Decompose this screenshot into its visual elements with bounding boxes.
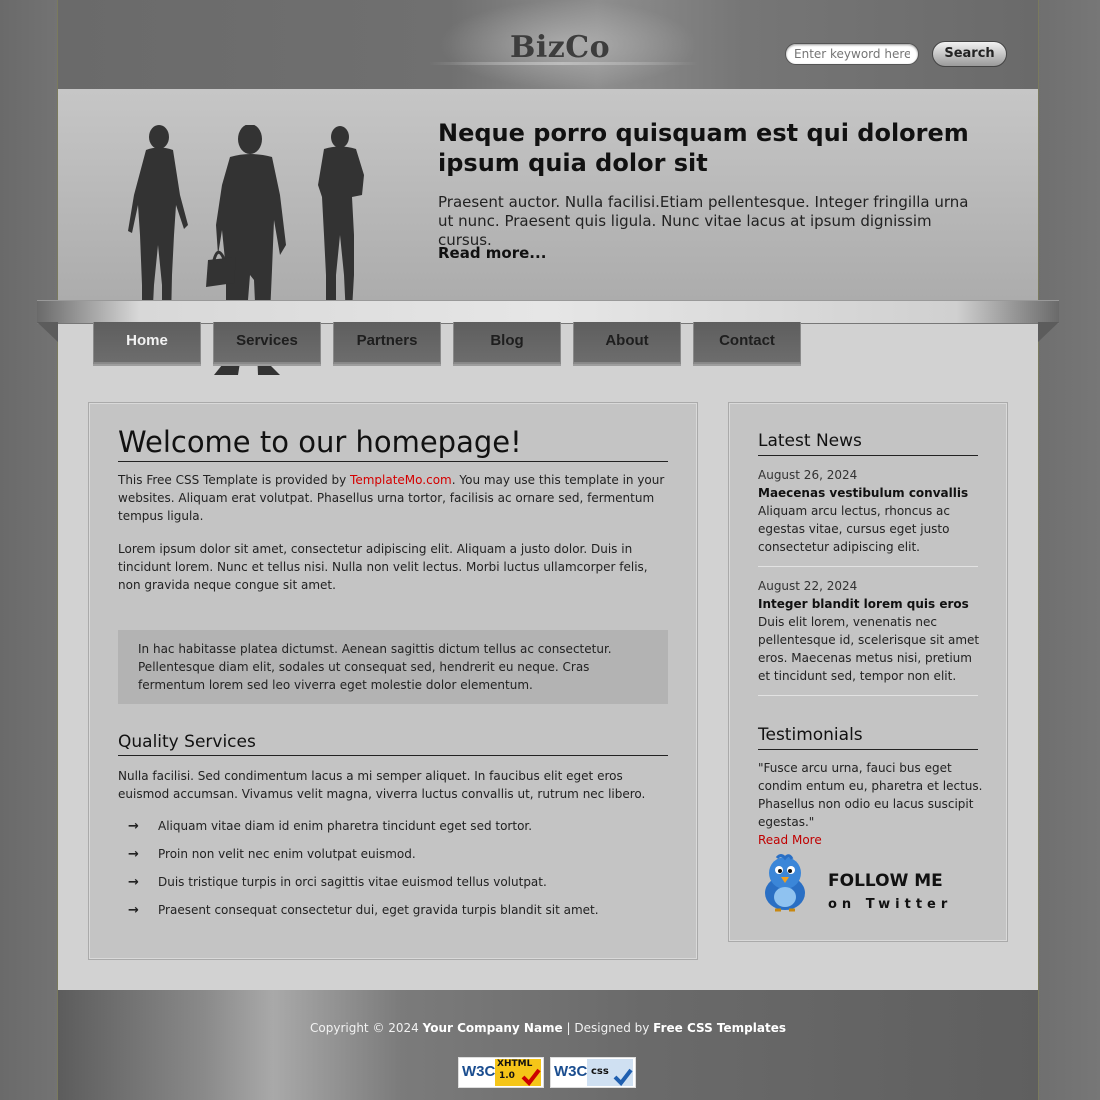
- background-left: [0, 0, 57, 1100]
- services-heading: Quality Services: [118, 732, 668, 756]
- news-date: August 22, 2024: [758, 579, 858, 593]
- latest-news-heading: Latest News: [758, 431, 978, 456]
- list-item-text: Proin non velit nec enim volutpat euismo…: [158, 847, 416, 861]
- search-input[interactable]: [785, 43, 919, 65]
- arrow-icon: →: [128, 847, 139, 862]
- twitter-bird-icon[interactable]: [759, 853, 811, 915]
- nav-about[interactable]: About: [573, 322, 681, 364]
- on-twitter-label[interactable]: on Twitter: [828, 897, 952, 912]
- intro-text-before: This Free CSS Template is provided by: [118, 473, 351, 487]
- list-item: → Proin non velit nec enim volutpat euism…: [128, 847, 416, 862]
- nav-shelf: [37, 300, 1059, 324]
- news-text: Aliquam arcu lectus, rhoncus ac egestas …: [758, 504, 950, 554]
- list-item: → Aliquam vitae diam id enim pharetra tin…: [128, 819, 532, 834]
- news-divider: [758, 695, 978, 696]
- banner-read-more-link[interactable]: Read more...: [438, 244, 546, 262]
- list-item-text: Aliquam vitae diam id enim pharetra tinc…: [158, 819, 533, 833]
- site-logo[interactable]: BizCo: [510, 30, 610, 65]
- shelf-left-corner: [37, 322, 58, 342]
- arrow-icon: →: [128, 903, 139, 918]
- news-item: August 26, 2024 Maecenas vestibulum conv…: [758, 466, 980, 556]
- nav-home[interactable]: Home: [93, 322, 201, 364]
- search-button[interactable]: Search: [932, 41, 1007, 67]
- news-date: August 26, 2024: [758, 468, 858, 482]
- list-item-text: Duis tristique turpis in orci sagittis v…: [158, 875, 547, 889]
- services-paragraph: Nulla facilisi. Sed condimentum lacus a …: [118, 769, 646, 801]
- banner-title: Neque porro quisquam est qui dolorem ips…: [438, 119, 969, 177]
- list-item: → Duis tristique turpis in orci sagittis …: [128, 875, 547, 890]
- follow-me-label[interactable]: FOLLOW ME: [828, 871, 943, 891]
- w3c-css-badge[interactable]: W3C css: [550, 1057, 636, 1088]
- nav-partners[interactable]: Partners: [333, 322, 441, 364]
- second-paragraph: Lorem ipsum dolor sit amet, consectetur …: [118, 542, 648, 592]
- nav-blog[interactable]: Blog: [453, 322, 561, 364]
- news-title-link[interactable]: Maecenas vestibulum convallis: [758, 484, 980, 502]
- footer-text: Copyright © 2024 Your Company Name | Des…: [58, 1021, 1038, 1035]
- background-right: [1037, 0, 1100, 1100]
- banner-text: Praesent auctor. Nulla facilisi.Etiam pe…: [438, 193, 969, 249]
- w3c-logo-text: W3C: [462, 1063, 496, 1080]
- banner: Neque porro quisquam est qui dolorem ips…: [58, 89, 1038, 375]
- testimonial: "Fusce arcu urna, fauci bus eget condim …: [758, 759, 983, 849]
- designed-by-text: | Designed by: [566, 1021, 650, 1035]
- news-divider: [758, 566, 978, 567]
- quote-box: In hac habitasse platea dictumst. Aenean…: [118, 630, 668, 704]
- nav-contact[interactable]: Contact: [693, 322, 801, 364]
- w3c-logo-text: W3C: [554, 1063, 588, 1080]
- intro-paragraph: This Free CSS Template is provided by Te…: [118, 471, 668, 525]
- news-text: Duis elit lorem, venenatis nec pellentes…: [758, 615, 980, 683]
- arrow-icon: →: [128, 819, 139, 834]
- news-item: August 22, 2024 Integer blandit lorem qu…: [758, 577, 980, 685]
- sidebar: Latest News August 26, 2024 Maecenas ves…: [728, 402, 1008, 942]
- page-title: Welcome to our homepage!: [118, 425, 668, 462]
- main-content: Welcome to our homepage! This Free CSS T…: [88, 402, 698, 960]
- page-wrapper: BizCo Search Neque porro quisquam est qu…: [37, 0, 1059, 1100]
- checkmark-icon: [521, 1068, 541, 1086]
- testimonials-heading: Testimonials: [758, 725, 978, 750]
- testimonial-read-more-link[interactable]: Read More: [758, 833, 822, 847]
- list-item: → Praesent consequat consectetur dui, ege…: [128, 903, 599, 918]
- css-label: css: [591, 1066, 609, 1077]
- header-bar: BizCo Search: [58, 0, 1038, 90]
- company-name-link[interactable]: Your Company Name: [423, 1021, 563, 1035]
- copyright-text: Copyright © 2024: [310, 1021, 419, 1035]
- checkmark-icon: [613, 1068, 633, 1086]
- testimonial-text: "Fusce arcu urna, fauci bus eget condim …: [758, 761, 983, 829]
- xhtml-version: 1.0: [499, 1071, 515, 1081]
- shelf-right-corner: [1038, 322, 1059, 342]
- free-css-templates-link[interactable]: Free CSS Templates: [653, 1021, 786, 1035]
- list-item-text: Praesent consequat consectetur dui, eget…: [158, 903, 599, 917]
- news-title-link[interactable]: Integer blandit lorem quis eros: [758, 595, 980, 613]
- templatemo-link[interactable]: TemplateMo.com: [350, 473, 452, 487]
- footer: Copyright © 2024 Your Company Name | Des…: [58, 990, 1038, 1100]
- arrow-icon: →: [128, 875, 139, 890]
- w3c-xhtml-badge[interactable]: W3C XHTML 1.0: [458, 1057, 544, 1088]
- nav-services[interactable]: Services: [213, 322, 321, 364]
